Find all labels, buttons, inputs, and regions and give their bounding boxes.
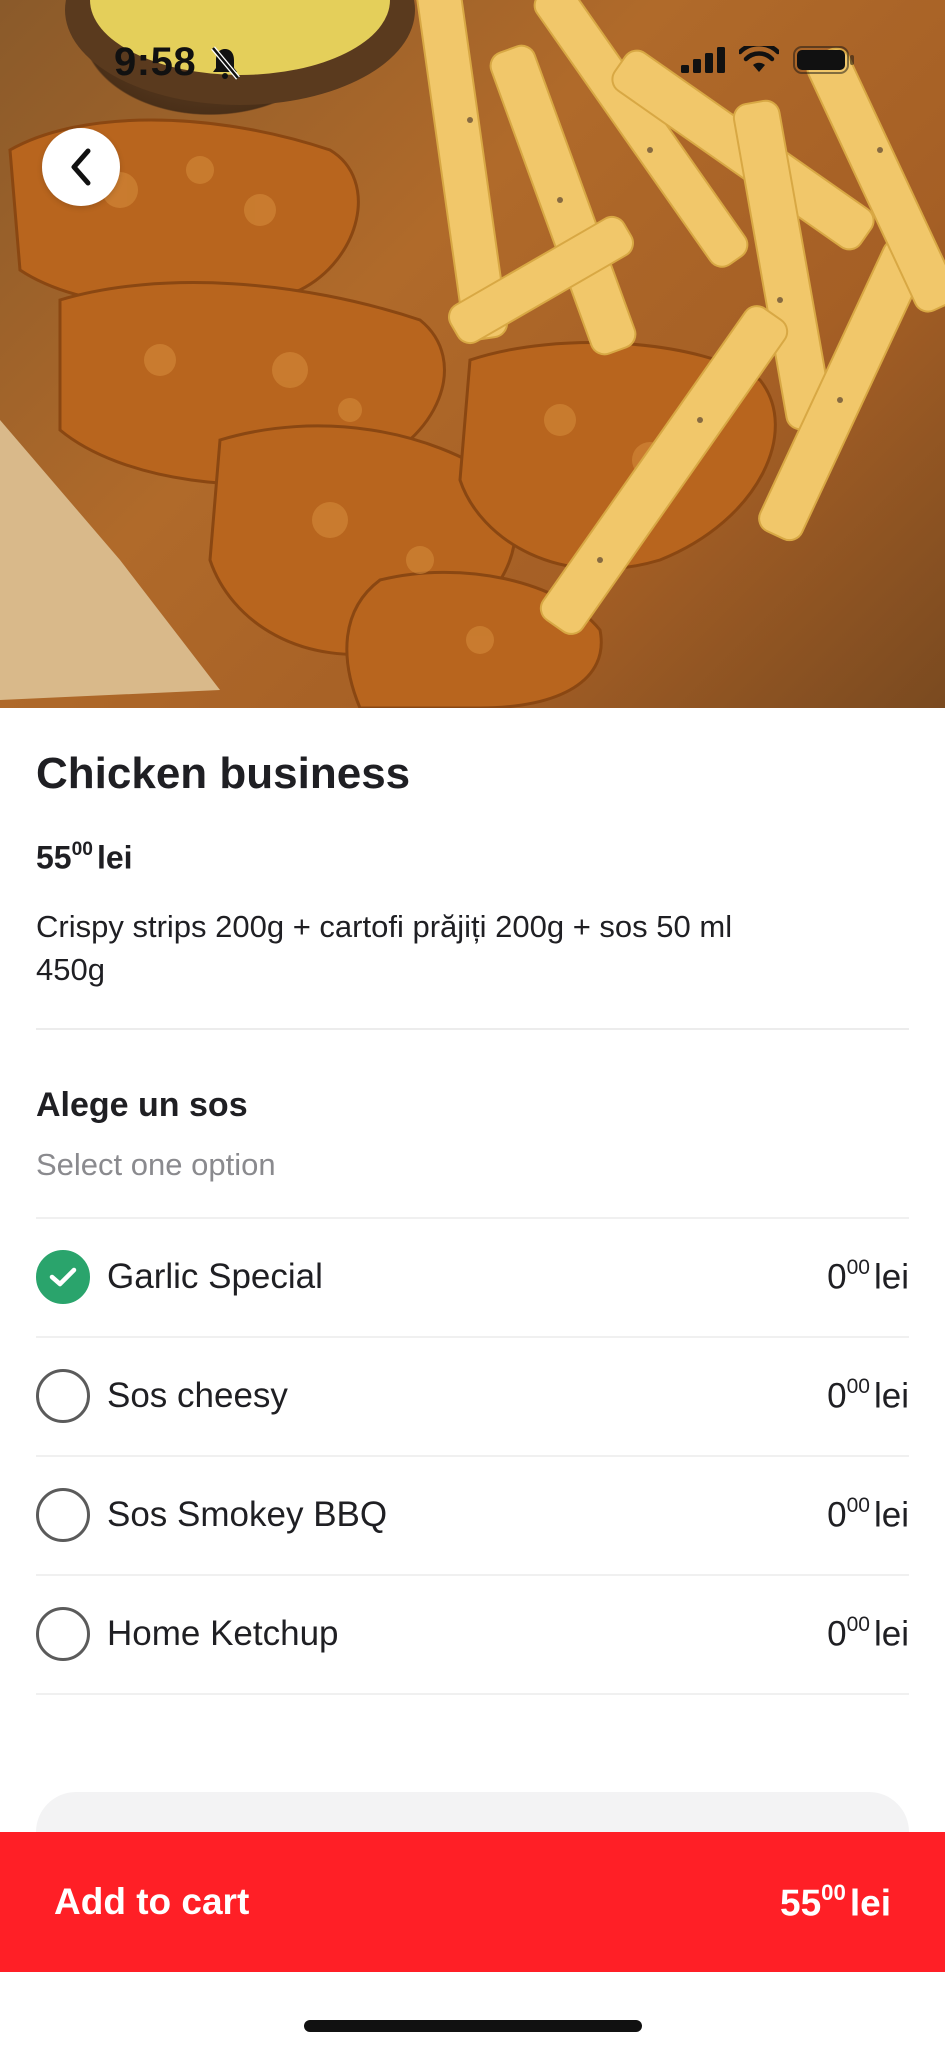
back-button[interactable] bbox=[42, 128, 120, 206]
description-line: Crispy strips 200g + cartofi prăjiți 200… bbox=[36, 909, 733, 945]
checkmark-icon bbox=[49, 1268, 77, 1287]
signal-icon bbox=[681, 47, 725, 78]
radio-selected[interactable] bbox=[36, 1250, 90, 1305]
price-main: 55 bbox=[36, 839, 72, 876]
back-arrow-icon bbox=[71, 148, 91, 186]
bell-slash-icon bbox=[210, 46, 240, 80]
cart-total-price: 5500 lei bbox=[780, 1879, 891, 1924]
status-time: 9:58 bbox=[114, 40, 197, 84]
sauce-group-title: Alege un sos bbox=[36, 1085, 248, 1124]
home-indicator bbox=[304, 2020, 642, 2032]
radio-unselected[interactable] bbox=[36, 1488, 90, 1543]
product-price: 5500 lei bbox=[36, 839, 909, 876]
option-price: 000 lei bbox=[827, 1375, 909, 1417]
price-currency: lei bbox=[96, 839, 133, 876]
option-price: 000 lei bbox=[827, 1494, 909, 1536]
price-cents: 00 bbox=[71, 838, 93, 860]
product-details: Chicken business 5500 lei Crispy strips 2… bbox=[36, 708, 909, 1695]
option-garlic-special[interactable]: Garlic Special 000 lei bbox=[36, 1219, 909, 1338]
divider bbox=[36, 1027, 909, 1030]
option-label: Garlic Special bbox=[107, 1257, 323, 1297]
weight-line: 450g bbox=[36, 952, 105, 987]
option-label: Home Ketchup bbox=[107, 1614, 339, 1654]
product-image bbox=[0, 0, 945, 708]
add-to-cart-label: Add to cart bbox=[54, 1881, 250, 1922]
option-label: Sos cheesy bbox=[107, 1376, 288, 1416]
option-price: 000 lei bbox=[827, 1256, 909, 1298]
product-description: Crispy strips 200g + cartofi prăjiți 200… bbox=[36, 906, 909, 992]
wifi-icon bbox=[737, 41, 781, 79]
option-sos-cheesy[interactable]: Sos cheesy 000 lei bbox=[36, 1338, 909, 1457]
status-icons bbox=[681, 41, 855, 79]
option-label: Sos Smokey BBQ bbox=[107, 1495, 388, 1535]
battery-icon bbox=[793, 46, 855, 79]
option-price: 000 lei bbox=[827, 1613, 909, 1655]
radio-unselected[interactable] bbox=[36, 1607, 90, 1662]
sauce-group-subtitle: Select one option bbox=[36, 1146, 276, 1182]
option-home-ketchup[interactable]: Home Ketchup 000 lei bbox=[36, 1576, 909, 1695]
product-title: Chicken business bbox=[36, 749, 411, 798]
sauce-options: Garlic Special 000 lei Sos cheesy 000 lei … bbox=[36, 1216, 909, 1695]
add-to-cart-button[interactable]: Add to cart 5500 lei bbox=[0, 1832, 945, 1972]
radio-unselected[interactable] bbox=[36, 1369, 90, 1424]
option-sos-smokey-bbq[interactable]: Sos Smokey BBQ 000 lei bbox=[36, 1457, 909, 1576]
